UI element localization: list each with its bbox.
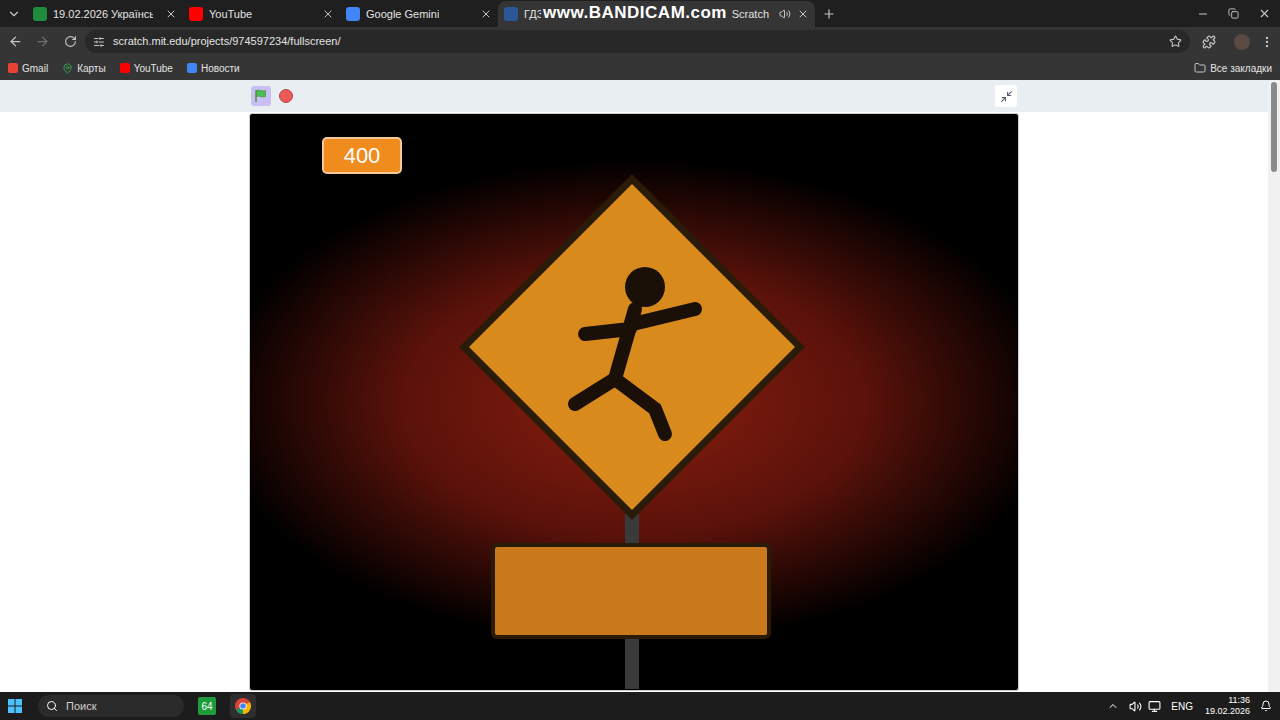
close-window-button[interactable] bbox=[1249, 0, 1280, 27]
language-indicator[interactable]: ENG bbox=[1171, 699, 1193, 714]
page: 400 bbox=[0, 80, 1280, 692]
network-icon[interactable] bbox=[1148, 700, 1161, 713]
warning-sign-icon bbox=[455, 169, 815, 689]
green-flag-button[interactable] bbox=[251, 86, 271, 106]
close-tab-icon[interactable] bbox=[797, 8, 809, 20]
restore-icon bbox=[1228, 8, 1239, 19]
tab-title: 19.02.2026 Українська мова bbox=[53, 6, 153, 23]
score-display: 400 bbox=[322, 137, 402, 174]
menu-icon[interactable] bbox=[1260, 35, 1274, 49]
tab-title: YouTube bbox=[209, 6, 252, 23]
favicon-icon bbox=[346, 7, 360, 21]
all-bookmarks[interactable]: Все закладки bbox=[1194, 61, 1272, 76]
taskbar-app[interactable]: 64 bbox=[198, 697, 216, 715]
restore-button[interactable] bbox=[1218, 0, 1249, 27]
back-icon[interactable] bbox=[8, 34, 23, 49]
bookmark-icon bbox=[120, 63, 130, 73]
watermark: www.BANDICAM.com bbox=[541, 3, 729, 23]
screen: 19.02.2026 Українська мова YouTube Google … bbox=[0, 0, 1280, 720]
scrollbar[interactable] bbox=[1268, 80, 1280, 692]
notifications-icon[interactable] bbox=[1260, 700, 1272, 712]
tray-overflow-icon[interactable] bbox=[1107, 700, 1119, 712]
close-icon bbox=[1258, 7, 1271, 20]
page-content: 400 bbox=[0, 80, 1268, 692]
reload-icon[interactable] bbox=[64, 35, 77, 48]
favicon-icon bbox=[504, 7, 518, 21]
taskbar: Поиск 64 ENG 11:3619.02.2026 bbox=[0, 692, 1280, 720]
windows-start-icon[interactable] bbox=[8, 699, 22, 713]
browser-tab[interactable]: YouTube bbox=[183, 1, 340, 27]
site-info-icon[interactable] bbox=[93, 36, 105, 48]
close-tab-icon[interactable] bbox=[165, 8, 177, 20]
bookmark-item[interactable]: YouTube bbox=[120, 61, 173, 76]
stop-button[interactable] bbox=[279, 89, 293, 103]
bookmarks-bar: Gmail Карты YouTube Новости Все закладки bbox=[0, 56, 1280, 80]
tab-search-button[interactable] bbox=[0, 0, 27, 27]
forward-icon[interactable] bbox=[35, 34, 50, 49]
close-tab-icon[interactable] bbox=[322, 8, 334, 20]
search-icon bbox=[46, 700, 58, 712]
folder-icon bbox=[1194, 62, 1206, 74]
close-tab-icon[interactable] bbox=[480, 8, 492, 20]
chevron-down-icon bbox=[7, 7, 21, 21]
minimize-button[interactable] bbox=[1187, 0, 1218, 27]
browser-tab[interactable]: Google Gemini bbox=[340, 1, 498, 27]
tab-title-end: n Scratch bbox=[723, 6, 773, 23]
bookmark-star-icon[interactable] bbox=[1169, 35, 1182, 48]
tab-title: Google Gemini bbox=[366, 6, 439, 23]
extensions-icon[interactable] bbox=[1202, 35, 1216, 49]
maps-icon bbox=[62, 63, 73, 74]
game-stage[interactable]: 400 bbox=[249, 113, 1019, 691]
bookmark-item[interactable]: Карты bbox=[62, 61, 106, 76]
green-flag-icon bbox=[254, 89, 268, 103]
profile-avatar[interactable] bbox=[1234, 34, 1250, 50]
bookmark-icon bbox=[8, 63, 18, 73]
bookmark-icon bbox=[187, 63, 197, 73]
tab-bar: 19.02.2026 Українська мова YouTube Google … bbox=[0, 0, 1280, 27]
plus-icon bbox=[822, 7, 836, 21]
scrollbar-thumb[interactable] bbox=[1271, 82, 1277, 172]
new-tab-button[interactable] bbox=[815, 1, 843, 27]
toolbar: scratch.mit.edu/projects/974597234/fulls… bbox=[0, 27, 1280, 56]
bookmark-item[interactable]: Gmail bbox=[8, 61, 48, 76]
browser-tab[interactable]: 19.02.2026 Українська мова bbox=[27, 1, 183, 27]
minimize-icon bbox=[1197, 8, 1209, 20]
url-text: scratch.mit.edu/projects/974597234/fulls… bbox=[113, 33, 340, 50]
exit-fullscreen-icon bbox=[1000, 90, 1013, 103]
bookmark-item[interactable]: Новости bbox=[187, 61, 240, 76]
taskbar-search[interactable]: Поиск bbox=[38, 695, 184, 717]
chrome-taskbar-button[interactable] bbox=[230, 694, 256, 718]
audio-icon[interactable] bbox=[779, 8, 791, 20]
favicon-icon bbox=[189, 7, 203, 21]
scratch-header bbox=[0, 80, 1268, 112]
clock[interactable]: 11:3619.02.2026 bbox=[1205, 695, 1250, 717]
volume-icon[interactable] bbox=[1129, 700, 1142, 713]
favicon-icon bbox=[33, 7, 47, 21]
address-bar[interactable]: scratch.mit.edu/projects/974597234/fulls… bbox=[85, 30, 1190, 53]
chrome-icon bbox=[235, 698, 251, 714]
window-controls bbox=[1187, 0, 1280, 27]
exit-fullscreen-button[interactable] bbox=[995, 85, 1017, 107]
